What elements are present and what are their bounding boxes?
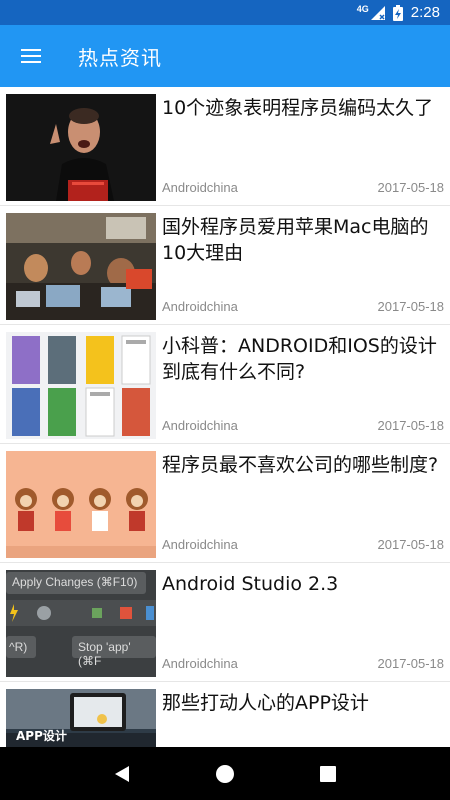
news-item[interactable]: 小科普：ANDROID和IOS的设计到底有什么不同? Androidchina … (0, 325, 450, 444)
page-title: 热点资讯 (78, 45, 162, 70)
news-source: Androidchina (162, 299, 238, 314)
news-source: Androidchina (162, 418, 238, 433)
news-thumbnail: Apply Changes (⌘F10) Stop 'app' (⌘F ^R) (6, 570, 156, 677)
news-item[interactable]: APP设计 那些打动人心的APP设计 (0, 682, 450, 747)
news-date: 2017-05-18 (377, 656, 445, 671)
thumbnail-text: ^R) (9, 640, 28, 654)
recents-button[interactable] (308, 754, 348, 794)
news-title: 小科普：ANDROID和IOS的设计到底有什么不同? (162, 335, 437, 383)
news-title: 那些打动人心的APP设计 (162, 692, 369, 714)
news-thumbnail (6, 451, 156, 558)
news-source: Androidchina (162, 180, 238, 195)
home-circle-icon (215, 764, 234, 783)
menu-button[interactable] (0, 25, 62, 87)
thumbnail-text: Stop 'app' (⌘F (78, 640, 131, 668)
news-date: 2017-05-18 (377, 418, 445, 433)
clock: 2:28 (410, 4, 440, 21)
news-date: 2017-05-18 (377, 180, 445, 195)
news-source: Androidchina (162, 656, 238, 671)
news-date: 2017-05-18 (377, 537, 445, 552)
news-source: Androidchina (162, 537, 238, 552)
news-item[interactable]: 10个迹象表明程序员编码太久了 Androidchina 2017-05-18 (0, 87, 450, 206)
hamburger-menu-icon (21, 49, 41, 63)
news-thumbnail (6, 94, 156, 201)
news-date: 2017-05-18 (377, 299, 445, 314)
news-title: 10个迹象表明程序员编码太久了 (162, 97, 434, 119)
thumbnail-caption: APP设计 (16, 729, 67, 743)
navigation-bar (0, 747, 450, 800)
status-bar: 4G 2:28 (0, 0, 450, 25)
battery-charging-icon (392, 4, 403, 21)
news-thumbnail: APP设计 (6, 689, 156, 747)
news-title: Android Studio 2.3 (162, 573, 339, 595)
back-triangle-icon (114, 765, 129, 782)
news-thumbnail (6, 213, 156, 320)
network-type-label: 4G (356, 3, 369, 14)
home-button[interactable] (205, 754, 245, 794)
news-thumbnail (6, 332, 156, 439)
app-bar: 热点资讯 (0, 25, 450, 87)
news-list[interactable]: 10个迹象表明程序员编码太久了 Androidchina 2017-05-18 … (0, 87, 450, 747)
news-title: 国外程序员爱用苹果Mac电脑的10大理由 (162, 216, 429, 264)
news-item[interactable]: Apply Changes (⌘F10) Stop 'app' (⌘F ^R) … (0, 563, 450, 682)
news-item[interactable]: 程序员最不喜欢公司的哪些制度? Androidchina 2017-05-18 (0, 444, 450, 563)
news-title: 程序员最不喜欢公司的哪些制度? (162, 454, 439, 476)
recents-square-icon (320, 765, 337, 782)
back-button[interactable] (102, 754, 142, 794)
thumbnail-text: Apply Changes (⌘F10) (12, 575, 138, 589)
signal-icon (370, 5, 385, 20)
news-item[interactable]: 国外程序员爱用苹果Mac电脑的10大理由 Androidchina 2017-0… (0, 206, 450, 325)
